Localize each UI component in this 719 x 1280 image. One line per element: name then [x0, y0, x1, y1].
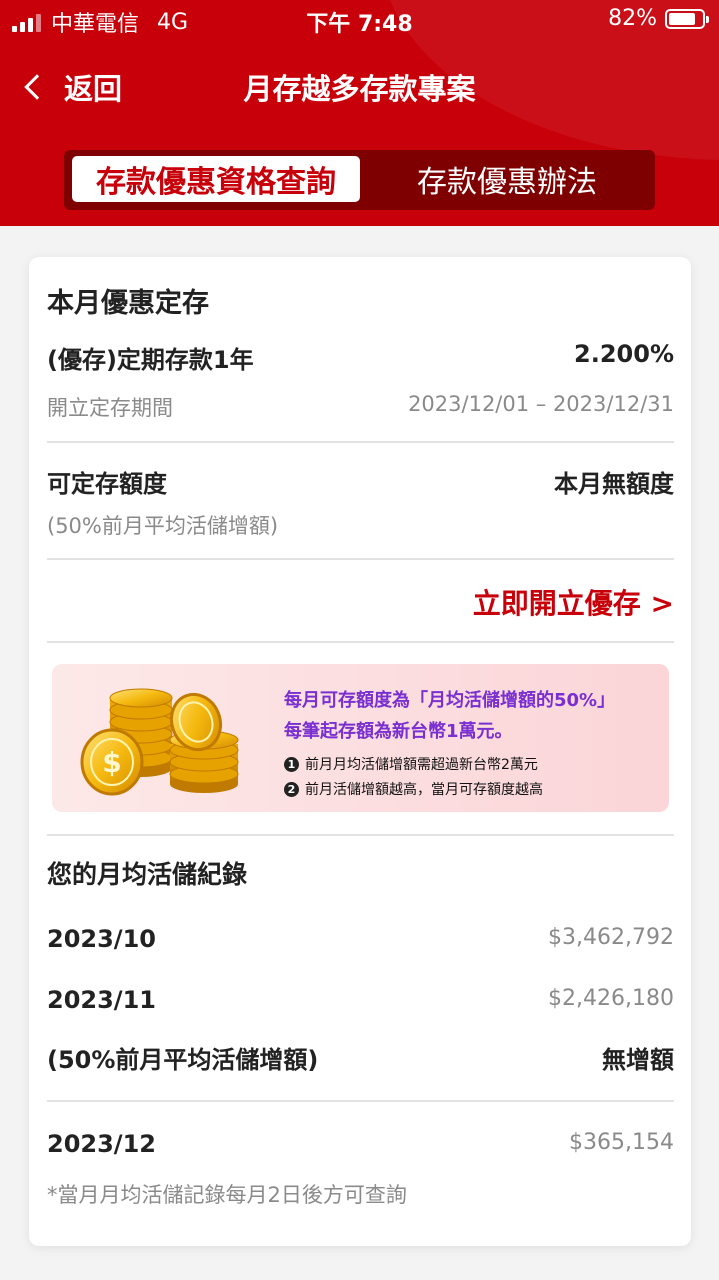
records-footnote: *當月月均活儲記錄每月2日後方可查詢 [47, 1183, 407, 1207]
records-section: 您的月均活儲紀錄 [47, 855, 674, 891]
quota-value: 本月無額度 [554, 470, 674, 498]
record-row: 2023/10 $3,462,792 [47, 925, 674, 959]
number-badge-icon: 1 [284, 756, 299, 772]
divider [47, 834, 674, 836]
header: 中華電信 4G 下午 7:48 82% 返回 月存越多存款專案 存款優惠資格查詢… [0, 0, 719, 226]
quota-row: 可定存額度 本月無額度 [47, 464, 674, 498]
increase-label: (50%前月平均活儲增額) [47, 1046, 319, 1074]
current-record-month: 2023/12 [47, 1130, 156, 1158]
offer-product-name: (優存)定期存款1年 [47, 346, 254, 374]
tab-segment: 存款優惠資格查詢 存款優惠辦法 [64, 150, 655, 210]
promo-note: 1 前月月均活儲增額需超過新台幣2萬元 [284, 754, 538, 774]
record-row: 2023/11 $2,426,180 [47, 986, 674, 1020]
current-record-amount: $365,154 [569, 1130, 674, 1155]
promo-note-text: 前月月均活儲增額需超過新台幣2萬元 [305, 757, 538, 773]
increase-value: 無增額 [602, 1046, 674, 1074]
gold-coins-icon: $ [80, 688, 239, 796]
promo-headline: 每月可存額度為「月均活儲增額的50%」 [284, 690, 616, 711]
records-footnote-row: *當月月均活儲記錄每月2日後方可查詢 [47, 1179, 674, 1209]
divider [47, 441, 674, 443]
record-month: 2023/11 [47, 986, 156, 1014]
promo-note-text: 前月活儲增額越高，當月可存額度越高 [305, 782, 543, 798]
divider [47, 641, 674, 643]
increase-row: (50%前月平均活儲增額) 無增額 [47, 1040, 674, 1074]
quota-note: (50%前月平均活儲增額) [47, 514, 279, 538]
quota-label: 可定存額度 [47, 470, 167, 498]
offer-section: 本月優惠定存 [47, 281, 674, 319]
records-title: 您的月均活儲紀錄 [47, 860, 248, 889]
offer-period-value: 2023/12/01 – 2023/12/31 [408, 392, 674, 416]
number-badge-icon: 2 [284, 781, 299, 797]
main-card: 本月優惠定存 (優存)定期存款1年 2.200% 開立定存期間 2023/12/… [29, 257, 691, 1246]
open-deposit-link[interactable]: 立即開立優存 > [473, 582, 674, 622]
offer-section-title: 本月優惠定存 [47, 288, 209, 319]
quota-note-row: (50%前月平均活儲增額) [47, 510, 674, 538]
cta-row: 立即開立優存 > [47, 582, 674, 622]
divider [47, 558, 674, 560]
page-title: 月存越多存款專案 [243, 72, 476, 106]
offer-rate: 2.200% [574, 340, 674, 368]
offer-product-row: (優存)定期存款1年 2.200% [47, 340, 674, 374]
nav-bar: 返回 月存越多存款專案 [0, 60, 719, 112]
tab-offer-rules[interactable]: 存款優惠辦法 [364, 156, 650, 202]
status-bar: 中華電信 4G 下午 7:48 82% [0, 0, 719, 40]
status-right: 82% [608, 6, 709, 31]
tab-eligibility-query[interactable]: 存款優惠資格查詢 [72, 156, 360, 202]
promo-banner[interactable]: $ 每月可存額度為「月均活儲增額的50%」 每筆起存額為新台幣1萬元。 1 前月… [52, 664, 669, 812]
record-amount: $2,426,180 [548, 986, 674, 1011]
offer-period-row: 開立定存期間 2023/12/01 – 2023/12/31 [47, 392, 674, 420]
record-month: 2023/10 [47, 925, 156, 953]
record-amount: $3,462,792 [548, 925, 674, 950]
battery-percent: 82% [608, 6, 657, 31]
promo-subline: 每筆起存額為新台幣1萬元。 [284, 721, 513, 742]
promo-note: 2 前月活儲增額越高，當月可存額度越高 [284, 779, 543, 799]
svg-text:$: $ [102, 746, 121, 779]
battery-icon [665, 8, 709, 29]
current-record-row: 2023/12 $365,154 [47, 1130, 674, 1164]
offer-period-label: 開立定存期間 [47, 396, 173, 420]
divider [47, 1100, 674, 1102]
